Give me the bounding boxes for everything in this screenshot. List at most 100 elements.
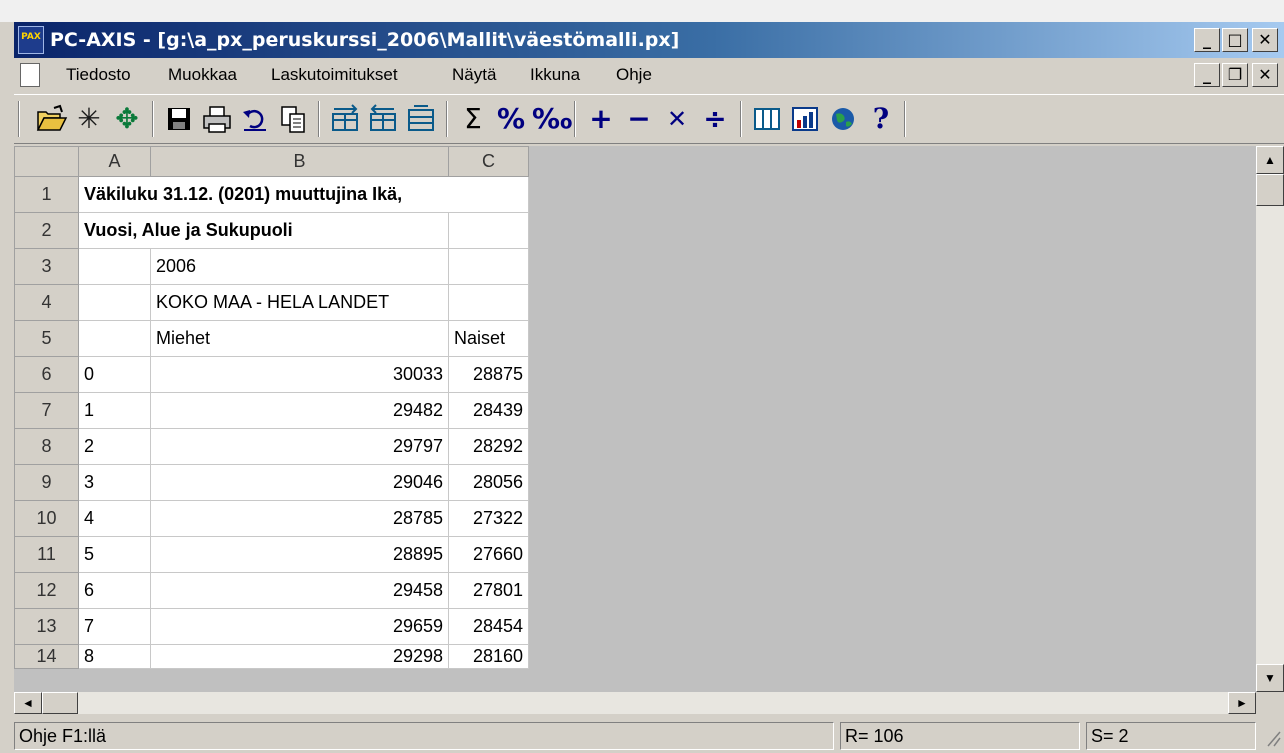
cell-a[interactable]: 0 — [78, 356, 151, 393]
cell-c[interactable]: 27660 — [448, 536, 529, 573]
pivot-icon[interactable] — [328, 102, 362, 136]
resize-grip-icon[interactable] — [1262, 726, 1282, 748]
child-minimize-button[interactable]: _ — [1194, 63, 1220, 87]
row-header[interactable]: 9 — [14, 464, 79, 501]
menu-tiedosto[interactable]: Tiedosto — [66, 65, 131, 85]
child-restore-button[interactable]: ❐ — [1222, 63, 1248, 87]
cell-c[interactable]: 28875 — [448, 356, 529, 393]
sum-icon[interactable]: Σ — [456, 102, 490, 136]
cell-c[interactable] — [448, 248, 529, 285]
menu-ikkuna[interactable]: Ikkuna — [530, 65, 580, 85]
pivot-clockwise-icon[interactable] — [366, 102, 400, 136]
corner-cell[interactable] — [14, 146, 79, 177]
cell-a[interactable]: 8 — [78, 644, 151, 669]
row-header[interactable]: 4 — [14, 284, 79, 321]
table-view-icon[interactable] — [750, 102, 784, 136]
cell-c[interactable]: 28454 — [448, 608, 529, 645]
add-icon[interactable]: + — [584, 102, 618, 136]
scroll-right-button[interactable]: ► — [1228, 692, 1256, 714]
row-header[interactable]: 11 — [14, 536, 79, 573]
permille-icon[interactable]: ‰ — [532, 102, 572, 136]
cell-a[interactable] — [78, 248, 151, 285]
app-icon[interactable]: PAX — [18, 26, 44, 54]
maximize-button[interactable]: □ — [1222, 28, 1248, 52]
multiply-icon[interactable]: ✕ — [660, 102, 694, 136]
document-icon[interactable] — [20, 63, 40, 87]
divide-icon[interactable]: ÷ — [698, 102, 732, 136]
close-button[interactable]: ✕ — [1252, 28, 1278, 52]
menu-ohje[interactable]: Ohje — [616, 65, 652, 85]
chart-icon[interactable] — [788, 102, 822, 136]
cell-b[interactable]: 29797 — [150, 428, 449, 465]
cell-c[interactable]: Naiset — [448, 320, 529, 357]
help-icon[interactable]: ? — [864, 102, 898, 136]
cell-c[interactable]: 28292 — [448, 428, 529, 465]
cell-a[interactable]: 5 — [78, 536, 151, 573]
cell-a[interactable] — [78, 320, 151, 357]
cell-c[interactable]: 28439 — [448, 392, 529, 429]
cell-b[interactable]: 28895 — [150, 536, 449, 573]
save-icon[interactable] — [162, 102, 196, 136]
copy-icon[interactable] — [276, 102, 310, 136]
row-header[interactable]: 10 — [14, 500, 79, 537]
row-header[interactable]: 12 — [14, 572, 79, 609]
title-bar[interactable]: PAX PC-AXIS - [g:\a_px_peruskurssi_2006\… — [14, 22, 1284, 58]
cell-b[interactable]: 29046 — [150, 464, 449, 501]
scroll-left-button[interactable]: ◄ — [14, 692, 42, 714]
print-icon[interactable] — [200, 102, 234, 136]
child-close-button[interactable]: ✕ — [1252, 63, 1278, 87]
scroll-down-button[interactable]: ▼ — [1256, 664, 1284, 692]
row-header[interactable]: 13 — [14, 608, 79, 645]
column-header-a[interactable]: A — [78, 146, 151, 177]
cell-a2[interactable]: Vuosi, Alue ja Sukupuoli — [78, 212, 449, 249]
cell-c[interactable] — [448, 212, 529, 249]
cell-b[interactable]: 29298 — [150, 644, 449, 669]
cell-c[interactable]: 28160 — [448, 644, 529, 669]
menu-muokkaa[interactable]: Muokkaa — [168, 65, 237, 85]
undo-icon[interactable] — [238, 102, 272, 136]
row-header[interactable]: 14 — [14, 644, 79, 669]
cell-a[interactable]: 2 — [78, 428, 151, 465]
cell-a1[interactable]: Väkiluku 31.12. (0201) muuttujina Ikä, — [78, 176, 529, 213]
pivot-counter-icon[interactable] — [404, 102, 438, 136]
percent-icon[interactable]: % — [494, 102, 528, 136]
cell-a[interactable]: 4 — [78, 500, 151, 537]
cell-b[interactable]: Miehet — [150, 320, 449, 357]
cell-c[interactable]: 27801 — [448, 572, 529, 609]
cell-c[interactable]: 28056 — [448, 464, 529, 501]
row-header[interactable]: 7 — [14, 392, 79, 429]
row-header[interactable]: 8 — [14, 428, 79, 465]
row-header[interactable]: 3 — [14, 248, 79, 285]
menu-nayta[interactable]: Näytä — [452, 65, 496, 85]
cell-a[interactable]: 6 — [78, 572, 151, 609]
cell-a[interactable]: 3 — [78, 464, 151, 501]
vertical-scroll-thumb[interactable] — [1256, 174, 1284, 206]
row-header[interactable]: 5 — [14, 320, 79, 357]
vertical-scrollbar[interactable]: ▲ ▼ — [1256, 146, 1284, 692]
cell-b[interactable]: 30033 — [150, 356, 449, 393]
cell-b[interactable]: 29458 — [150, 572, 449, 609]
open-folder-icon[interactable] — [34, 102, 68, 136]
row-header[interactable]: 6 — [14, 356, 79, 393]
cell-a[interactable] — [78, 284, 151, 321]
cell-a[interactable]: 1 — [78, 392, 151, 429]
column-header-c[interactable]: C — [448, 146, 529, 177]
cell-b[interactable]: KOKO MAA - HELA LANDET — [150, 284, 449, 321]
move-icon[interactable]: ✥ — [110, 102, 144, 136]
cell-b[interactable]: 28785 — [150, 500, 449, 537]
cell-b[interactable]: 29482 — [150, 392, 449, 429]
menu-laskutoimitukset[interactable]: Laskutoimitukset — [271, 65, 398, 85]
cell-c[interactable]: 27322 — [448, 500, 529, 537]
cell-c[interactable] — [448, 284, 529, 321]
asterisk-icon[interactable]: ✳ — [72, 102, 106, 136]
map-icon[interactable] — [826, 102, 860, 136]
cell-b[interactable]: 29659 — [150, 608, 449, 645]
minimize-button[interactable]: _ — [1194, 28, 1220, 52]
horizontal-scroll-thumb[interactable] — [42, 692, 78, 714]
row-header[interactable]: 1 — [14, 176, 79, 213]
cell-b[interactable]: 2006 — [150, 248, 449, 285]
row-header[interactable]: 2 — [14, 212, 79, 249]
cell-a[interactable]: 7 — [78, 608, 151, 645]
subtract-icon[interactable]: − — [622, 102, 656, 136]
scroll-up-button[interactable]: ▲ — [1256, 146, 1284, 174]
